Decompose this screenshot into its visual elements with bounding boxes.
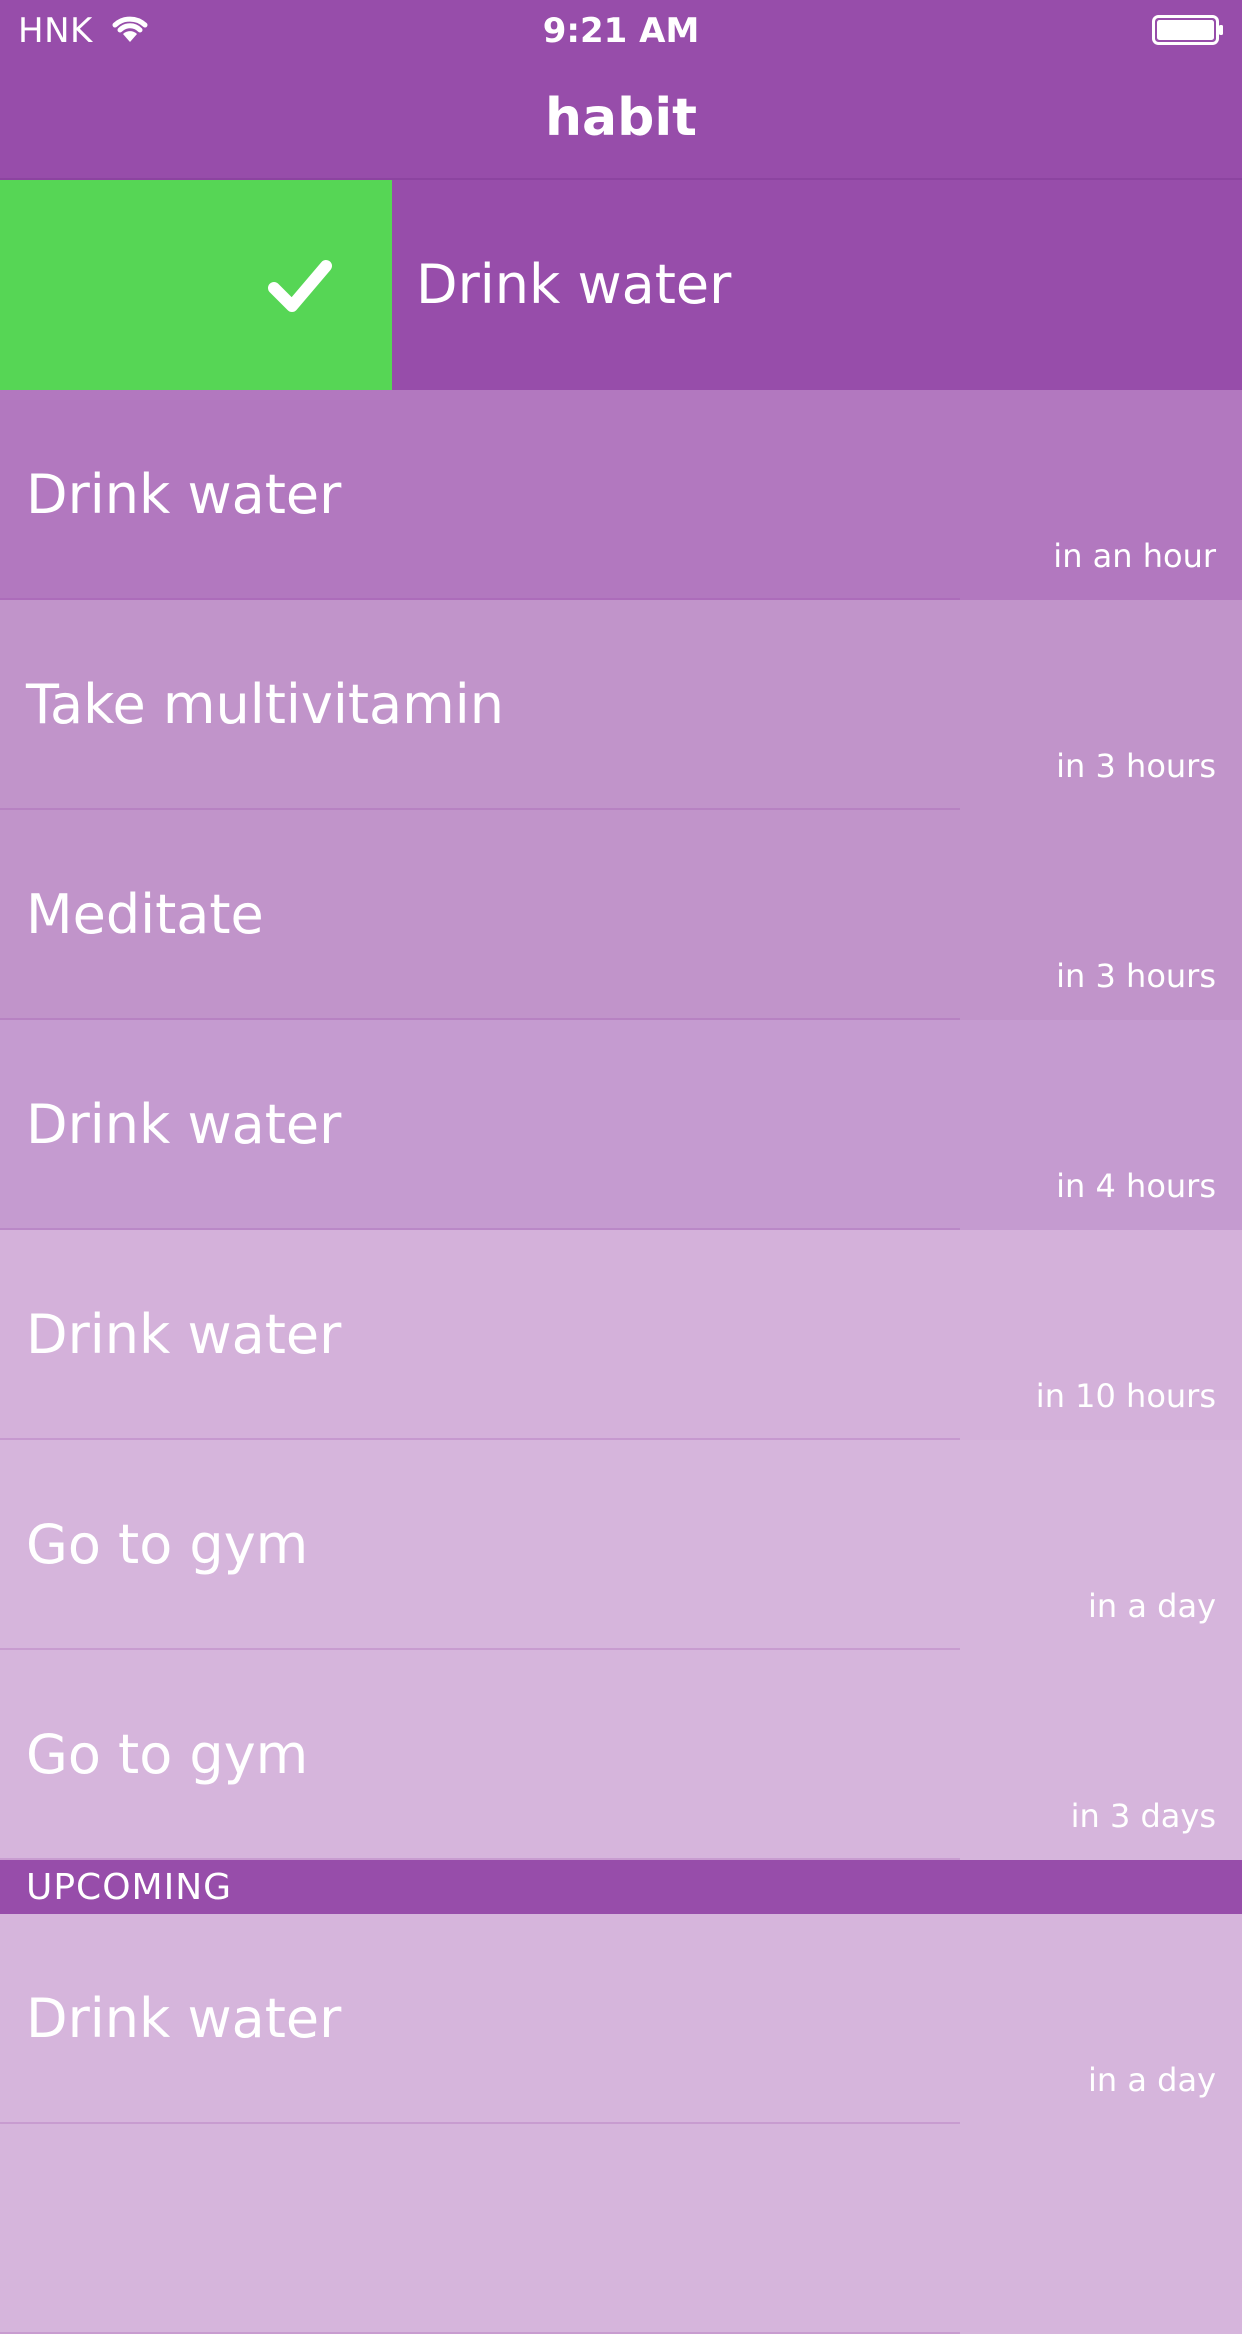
section-label: UPCOMING [26, 1867, 233, 1908]
habit-name: Drink water [26, 1303, 342, 1366]
habit-name: Drink water [416, 253, 732, 316]
swiped-habit-row[interactable]: Drink water [0, 180, 1242, 390]
habit-due-time: in 3 hours [1056, 957, 1216, 995]
habit-name: Go to gym [26, 1723, 309, 1786]
habit-name: Meditate [26, 883, 264, 946]
habit-due-time: in 4 hours [1056, 1167, 1216, 1205]
habit-name: Drink water [26, 1093, 342, 1156]
habit-row[interactable] [0, 2124, 1242, 2334]
habit-row[interactable]: Go to gym in 3 days [0, 1650, 1242, 1860]
status-bar: HNK 9:21 AM [0, 0, 1242, 60]
habit-due-time: in 3 days [1070, 1797, 1216, 1835]
habit-name: Take multivitamin [26, 673, 504, 736]
battery-icon [1152, 15, 1223, 45]
upcoming-section-header: UPCOMING [0, 1860, 1242, 1914]
habit-row[interactable]: Drink water in a day [0, 1914, 1242, 2124]
habit-due-time: in a day [1088, 2061, 1216, 2099]
habit-due-time: in 3 hours [1056, 747, 1216, 785]
navigation-bar: habit [0, 60, 1242, 180]
checkmark-icon [268, 260, 332, 312]
status-time: 9:21 AM [542, 11, 700, 51]
habit-row[interactable]: Go to gym in a day [0, 1440, 1242, 1650]
habit-name: Drink water [26, 463, 342, 526]
habit-row[interactable]: Take multivitamin in 3 hours [0, 600, 1242, 810]
app-title: habit [544, 88, 697, 148]
complete-action-button[interactable] [0, 180, 392, 390]
habit-name: Go to gym [26, 1513, 309, 1576]
habit-due-time: in a day [1088, 1587, 1216, 1625]
habit-row[interactable]: Drink water in 10 hours [0, 1230, 1242, 1440]
habit-due-time: in an hour [1053, 537, 1216, 575]
habit-name: Drink water [26, 1987, 342, 2050]
habit-due-time: in 10 hours [1035, 1377, 1216, 1415]
habit-list: Drink water in an hour Take multivitamin in… [0, 390, 1242, 1860]
habit-row[interactable]: Drink water in an hour [0, 390, 1242, 600]
habit-row[interactable]: Meditate in 3 hours [0, 810, 1242, 1020]
upcoming-list: Drink water in a day [0, 1914, 1242, 2334]
habit-row[interactable]: Drink water in 4 hours [0, 1020, 1242, 1230]
